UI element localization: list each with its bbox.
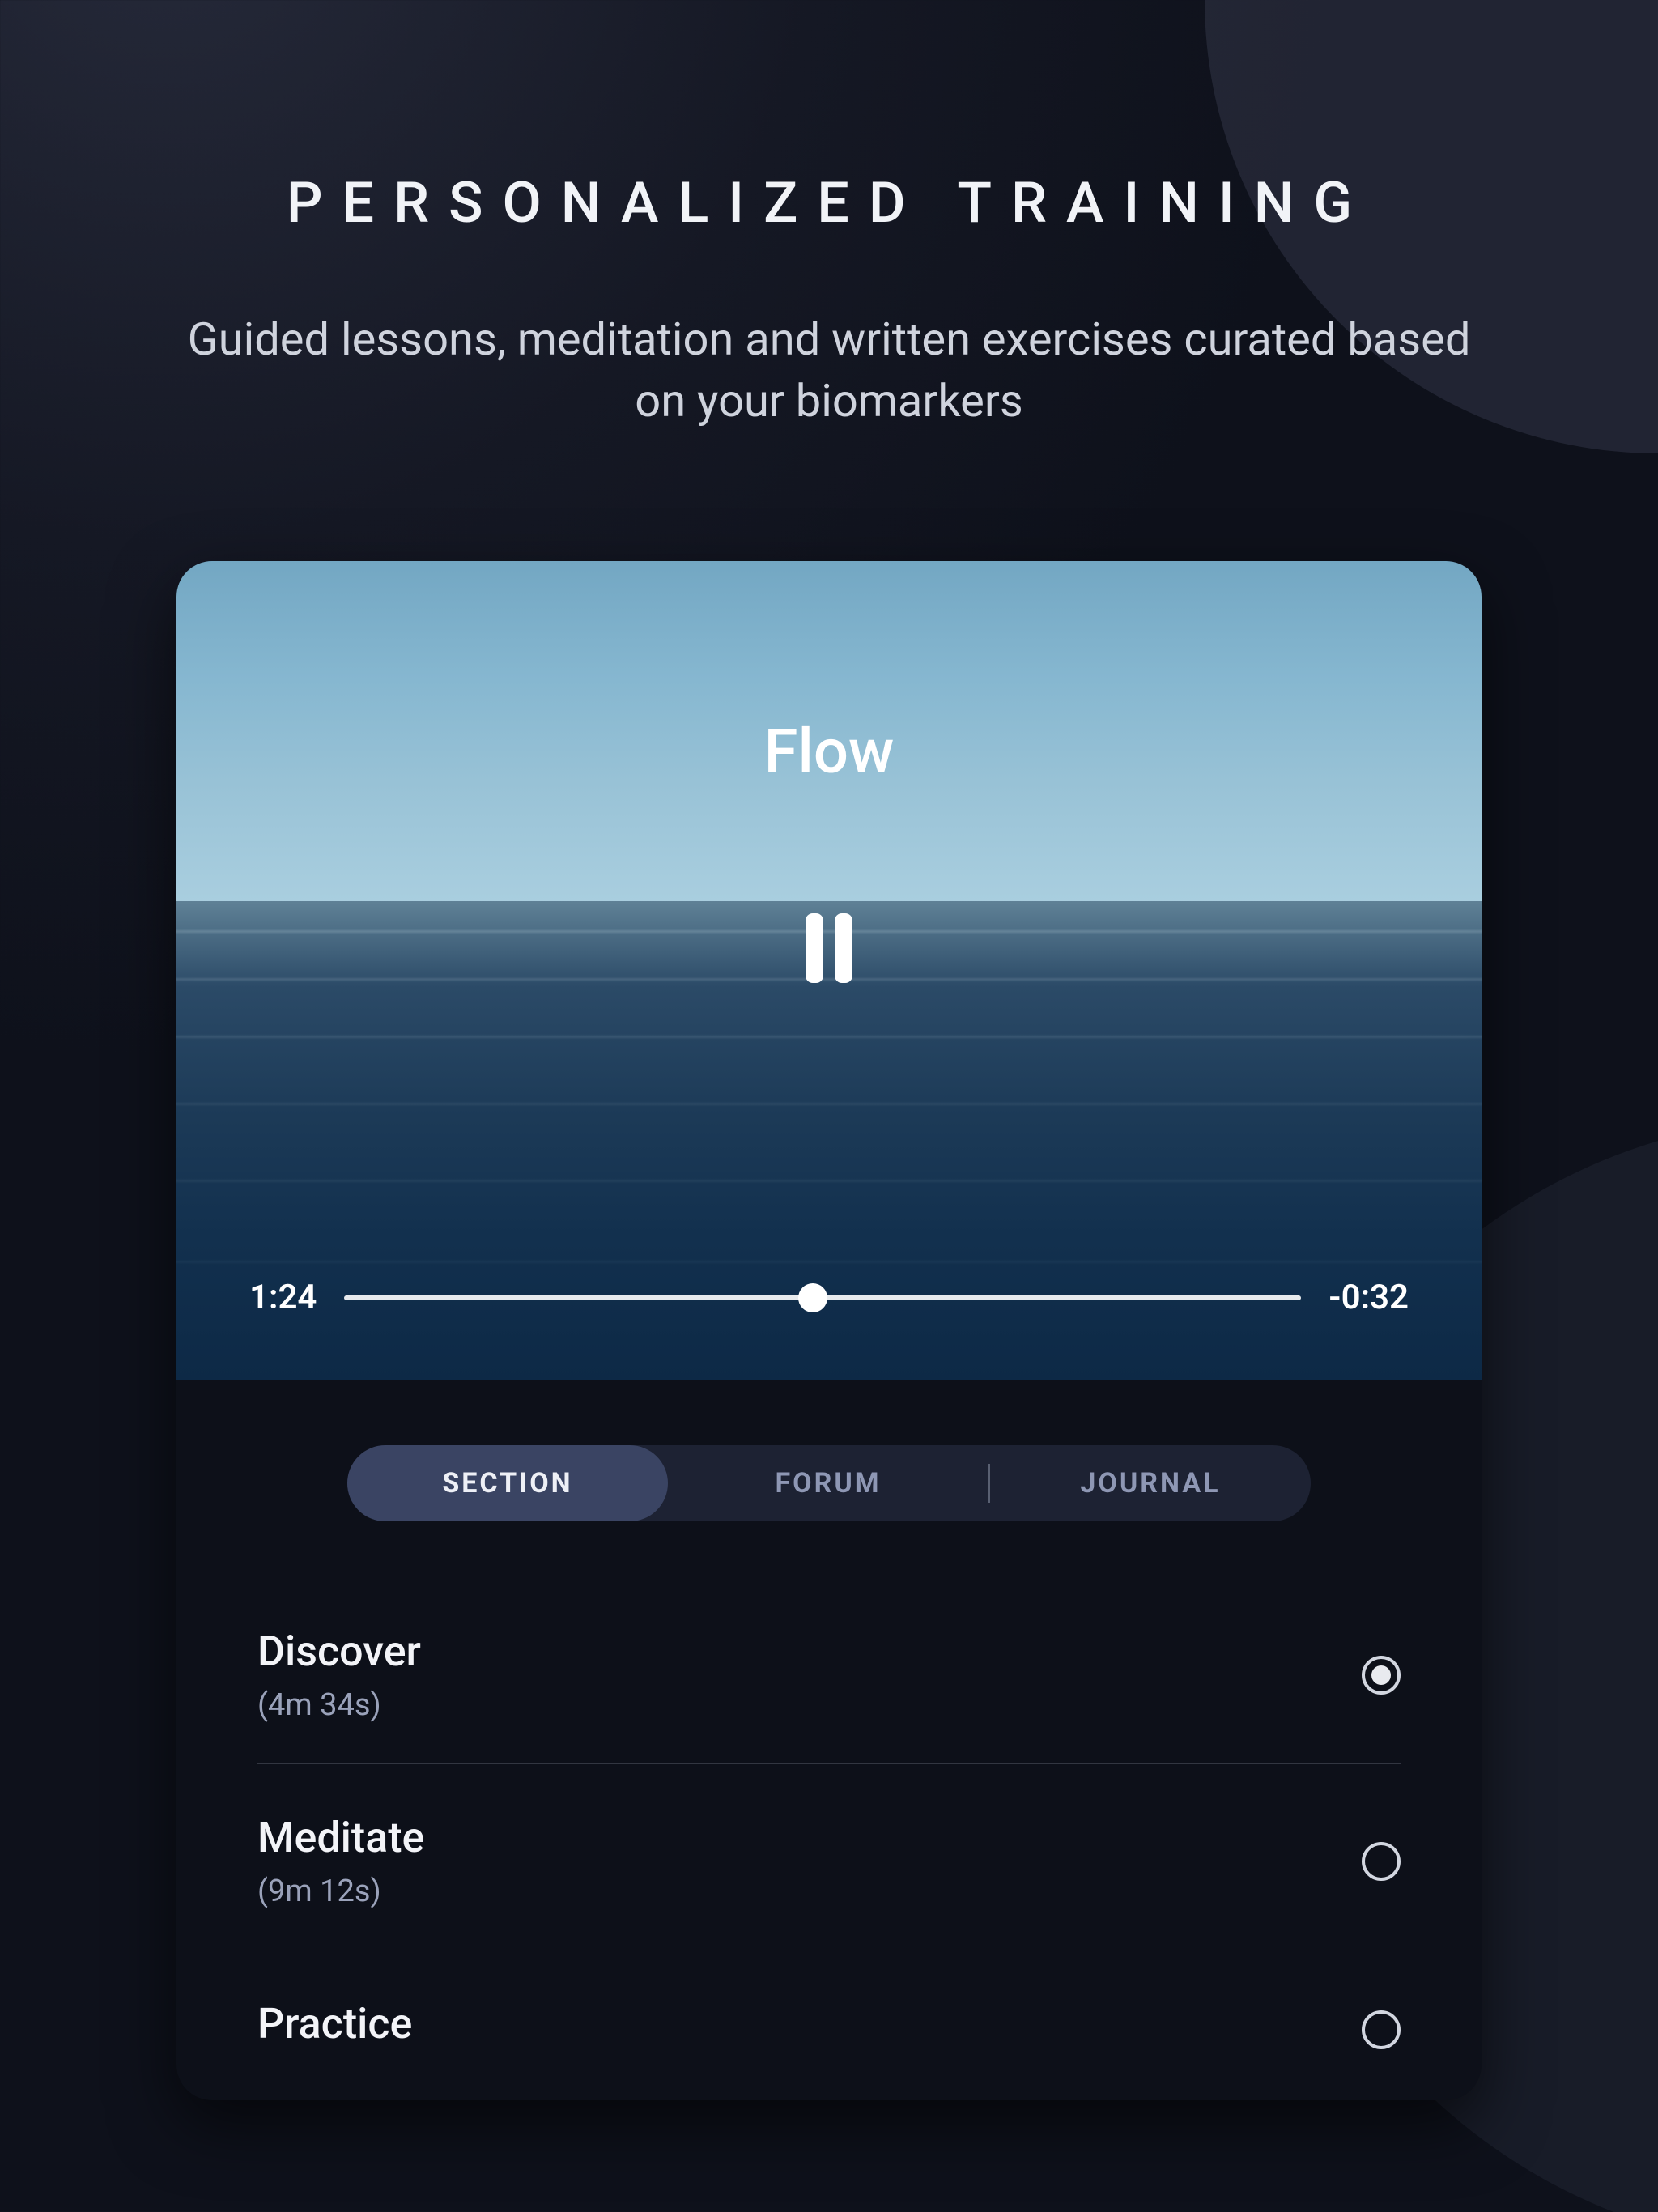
tab-label: FORUM	[775, 1467, 881, 1499]
time-remaining: -0:32	[1329, 1278, 1409, 1317]
list-item-duration: (4m 34s)	[257, 1687, 421, 1723]
scrub-bar: 1:24 -0:32	[249, 1278, 1409, 1317]
radio-unselected-icon[interactable]	[1362, 1842, 1401, 1881]
list-item-text: Meditate (9m 12s)	[257, 1813, 424, 1909]
list-item-title: Meditate	[257, 1813, 424, 1862]
tab-label: JOURNAL	[1080, 1467, 1220, 1499]
wave-decoration	[176, 1261, 1482, 1263]
time-elapsed: 1:24	[249, 1278, 317, 1317]
list-item-text: Discover (4m 34s)	[257, 1627, 421, 1723]
tab-label: SECTION	[442, 1467, 572, 1499]
hero-subtitle: Guided lessons, meditation and written e…	[181, 309, 1477, 432]
segmented-control: SECTION FORUM JOURNAL	[347, 1445, 1311, 1521]
tab-forum[interactable]: FORUM	[668, 1445, 988, 1521]
list-item-duration: (9m 12s)	[257, 1874, 424, 1909]
list-item[interactable]: Meditate (9m 12s)	[257, 1764, 1401, 1950]
list-item-text: Practice	[257, 1999, 412, 2060]
lesson-card: Flow 1:24 -0:32 SECTION	[176, 561, 1482, 2100]
radio-unselected-icon[interactable]	[1362, 2010, 1401, 2049]
track-title: Flow	[176, 715, 1482, 788]
pause-icon	[801, 913, 857, 983]
wave-decoration	[176, 1036, 1482, 1038]
radio-selected-icon[interactable]	[1362, 1656, 1401, 1695]
list-item-title: Practice	[257, 1999, 412, 2048]
media-player: Flow 1:24 -0:32	[176, 561, 1482, 1380]
scrub-thumb[interactable]	[798, 1283, 827, 1312]
list-item[interactable]: Practice	[257, 1950, 1401, 2100]
tab-section[interactable]: SECTION	[347, 1445, 668, 1521]
lesson-panel: SECTION FORUM JOURNAL Discover (4m 34s)	[176, 1380, 1482, 2100]
radio-dot	[1371, 1665, 1391, 1685]
wave-decoration	[176, 1180, 1482, 1182]
wave-decoration	[176, 1103, 1482, 1105]
pause-button[interactable]	[790, 909, 868, 987]
page: PERSONALIZED TRAINING Guided lessons, me…	[0, 0, 1658, 2212]
scrub-track[interactable]	[344, 1295, 1301, 1300]
section-list: Discover (4m 34s) Meditate (9m 12s)	[257, 1578, 1401, 2100]
tab-journal[interactable]: JOURNAL	[990, 1445, 1311, 1521]
list-item[interactable]: Discover (4m 34s)	[257, 1578, 1401, 1764]
list-item-title: Discover	[257, 1627, 421, 1676]
hero-title: PERSONALIZED TRAINING	[287, 170, 1371, 236]
